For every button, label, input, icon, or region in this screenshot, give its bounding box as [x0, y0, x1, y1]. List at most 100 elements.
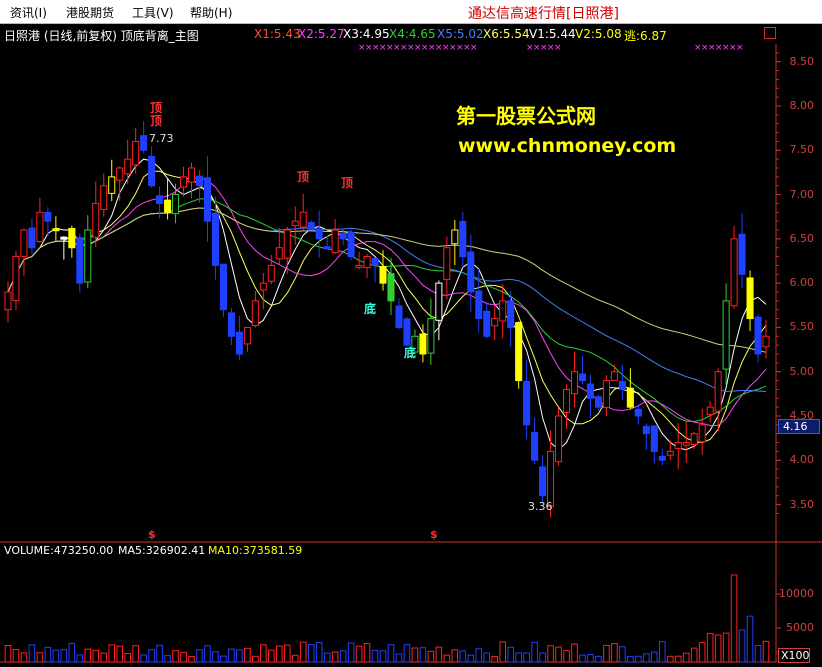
volume-bar	[603, 644, 610, 663]
volume-bar	[220, 655, 227, 663]
candle-body	[602, 380, 610, 408]
moving-average-line	[7, 198, 767, 423]
candle-body	[762, 335, 770, 348]
volume-bar	[427, 650, 435, 663]
volume-bar	[595, 655, 602, 663]
candle-body	[435, 282, 443, 321]
candle-body	[211, 212, 219, 266]
volume-bar	[28, 644, 36, 663]
candle-body	[451, 229, 459, 245]
candle-body	[52, 228, 60, 232]
volume-bar	[762, 640, 770, 663]
candle-body	[267, 264, 275, 282]
volume-ma10: MA10:373581.59	[208, 544, 303, 557]
candle-body	[124, 158, 132, 175]
bottom-signal-1: 底	[364, 302, 377, 316]
price-tick-label: 8.00	[789, 99, 815, 112]
candle-body	[179, 176, 188, 188]
candle-body	[12, 256, 20, 302]
price-tick-label: 6.50	[789, 231, 815, 245]
candle-body	[714, 371, 722, 412]
volume-bar	[12, 649, 20, 663]
candle-body	[570, 371, 579, 395]
volume-bar	[738, 629, 746, 663]
volume-bar	[658, 641, 666, 663]
candle-body	[467, 251, 475, 293]
candle-body	[682, 442, 690, 446]
volume-bar	[363, 643, 371, 663]
candle-body	[20, 229, 28, 257]
candle-body	[459, 220, 467, 258]
candle-body	[331, 229, 339, 254]
volume-bar	[523, 652, 530, 663]
candle-body	[507, 300, 515, 328]
candle-body	[156, 195, 164, 204]
candle-body	[28, 227, 36, 249]
volume-bar	[459, 650, 467, 663]
candle-body	[36, 211, 44, 242]
dollar-mark-2: $	[430, 528, 438, 541]
candle-body	[443, 247, 451, 281]
candle-body	[76, 237, 84, 284]
candle-body	[92, 202, 100, 238]
candle-body	[491, 318, 499, 327]
volume-bar	[196, 649, 203, 663]
candle-body	[610, 371, 618, 381]
current-price-tag: 4.16	[778, 419, 820, 434]
candle-body	[419, 333, 427, 355]
volume-bar	[100, 652, 108, 663]
top-signal-2: 顶	[150, 114, 163, 128]
volume-tick-label: 5000	[786, 621, 814, 634]
candle-body	[140, 135, 148, 151]
volume-bar	[355, 645, 363, 663]
volume-bar	[4, 644, 12, 663]
price-tick-label: 4.00	[789, 453, 815, 467]
candle-body	[499, 300, 507, 322]
volume-bar	[579, 654, 586, 663]
candle-body	[291, 220, 299, 227]
candle-body	[243, 326, 251, 345]
volume-bar	[252, 655, 259, 663]
candle-body	[132, 140, 140, 166]
candle-body	[555, 415, 563, 463]
volume-bar	[475, 648, 483, 663]
volume-bar	[395, 653, 403, 663]
price-tick-label: 3.50	[789, 497, 815, 511]
volume-bar	[571, 643, 578, 663]
candle-body	[523, 380, 531, 426]
volume-bar	[499, 641, 506, 663]
candle-body	[666, 450, 674, 456]
price-tick-label: 5.50	[789, 320, 815, 334]
candle-body	[307, 222, 315, 231]
candle-body	[395, 305, 403, 328]
volume-scale-button[interactable]: X100	[778, 648, 810, 663]
watermark-url: www.chnmoney.com	[458, 135, 677, 157]
bottom-signal-2: 底	[404, 346, 417, 360]
volume-bar	[483, 652, 491, 663]
price-tick-label: 7.00	[789, 187, 815, 201]
candle-body	[227, 312, 235, 337]
candle-body	[531, 432, 539, 461]
volume-bar	[236, 649, 243, 663]
candle-body	[427, 318, 435, 354]
volume-bar	[108, 644, 116, 663]
candle-body	[586, 383, 595, 399]
chart-canvas: × × × × × × × × × × × × × × × × × × × × × × × × × × × × ×	[0, 43, 822, 663]
volume-bar	[291, 654, 299, 663]
volume-bar	[283, 644, 291, 663]
candle-body	[84, 229, 92, 283]
candle-body	[116, 167, 124, 181]
volume-bar	[116, 645, 123, 663]
candle-body	[347, 231, 355, 258]
candle-body	[100, 185, 108, 210]
volume-bar	[44, 646, 52, 663]
candle-body	[746, 277, 754, 320]
volume-bar	[76, 654, 84, 663]
candle-body	[315, 228, 323, 240]
volume-bar	[172, 650, 179, 663]
volume-bar	[371, 649, 379, 663]
candle-body	[219, 263, 227, 311]
volume-bar	[347, 642, 355, 663]
candle-body	[275, 247, 283, 260]
volume-bar	[666, 655, 674, 663]
